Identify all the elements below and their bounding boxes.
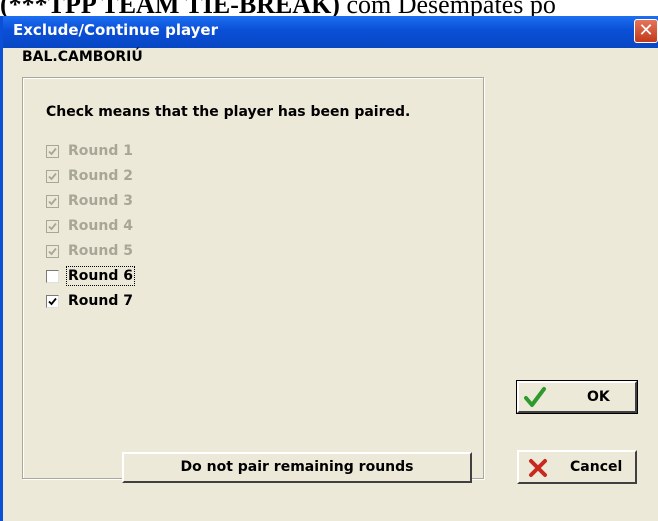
round-2-checkbox: Round 2 <box>46 166 133 186</box>
checkmark-icon <box>48 147 57 155</box>
checkmark-icon <box>48 172 57 180</box>
checkmark-icon <box>48 197 57 205</box>
round-label: Round 7 <box>68 293 133 309</box>
cancel-label: Cancel <box>570 459 623 475</box>
do-not-pair-label: Do not pair remaining rounds <box>180 459 414 475</box>
checkbox-box <box>46 144 59 158</box>
round-label: Round 4 <box>68 218 133 234</box>
round-label: Round 2 <box>68 168 133 184</box>
checkbox-box[interactable] <box>46 269 59 283</box>
round-label: Round 3 <box>68 193 133 209</box>
round-1-checkbox: Round 1 <box>46 141 133 161</box>
checkmark-icon <box>48 247 57 255</box>
player-name: BAL.CAMBORIÚ <box>22 49 143 65</box>
ok-label: OK <box>587 389 610 405</box>
round-5-checkbox: Round 5 <box>46 241 133 261</box>
instruction-text: Check means that the player has been pai… <box>46 104 411 120</box>
round-4-checkbox: Round 4 <box>46 216 133 236</box>
round-6-checkbox[interactable]: Round 6 <box>46 266 135 286</box>
close-icon: ✕ <box>638 20 654 41</box>
round-label: Round 1 <box>68 143 133 159</box>
title-bar[interactable]: Exclude/Continue player ✕ <box>3 16 658 48</box>
checkmark-icon <box>524 387 546 407</box>
checkbox-box[interactable] <box>46 294 59 308</box>
round-label: Round 6 <box>66 266 135 286</box>
round-7-checkbox[interactable]: Round 7 <box>46 291 133 311</box>
cancel-button[interactable]: Cancel <box>517 450 637 484</box>
checkbox-box <box>46 219 59 233</box>
close-button[interactable]: ✕ <box>634 19 658 43</box>
checkbox-box <box>46 169 59 183</box>
round-label: Round 5 <box>68 243 133 259</box>
do-not-pair-remaining-rounds-button[interactable]: Do not pair remaining rounds <box>122 452 472 483</box>
checkmark-icon <box>48 297 57 305</box>
checkbox-box <box>46 244 59 258</box>
dialog-title: Exclude/Continue player <box>13 21 218 39</box>
ok-button[interactable]: OK <box>516 380 638 414</box>
round-3-checkbox: Round 3 <box>46 191 133 211</box>
checkmark-icon <box>48 222 57 230</box>
checkbox-box <box>46 194 59 208</box>
x-icon <box>529 459 547 477</box>
